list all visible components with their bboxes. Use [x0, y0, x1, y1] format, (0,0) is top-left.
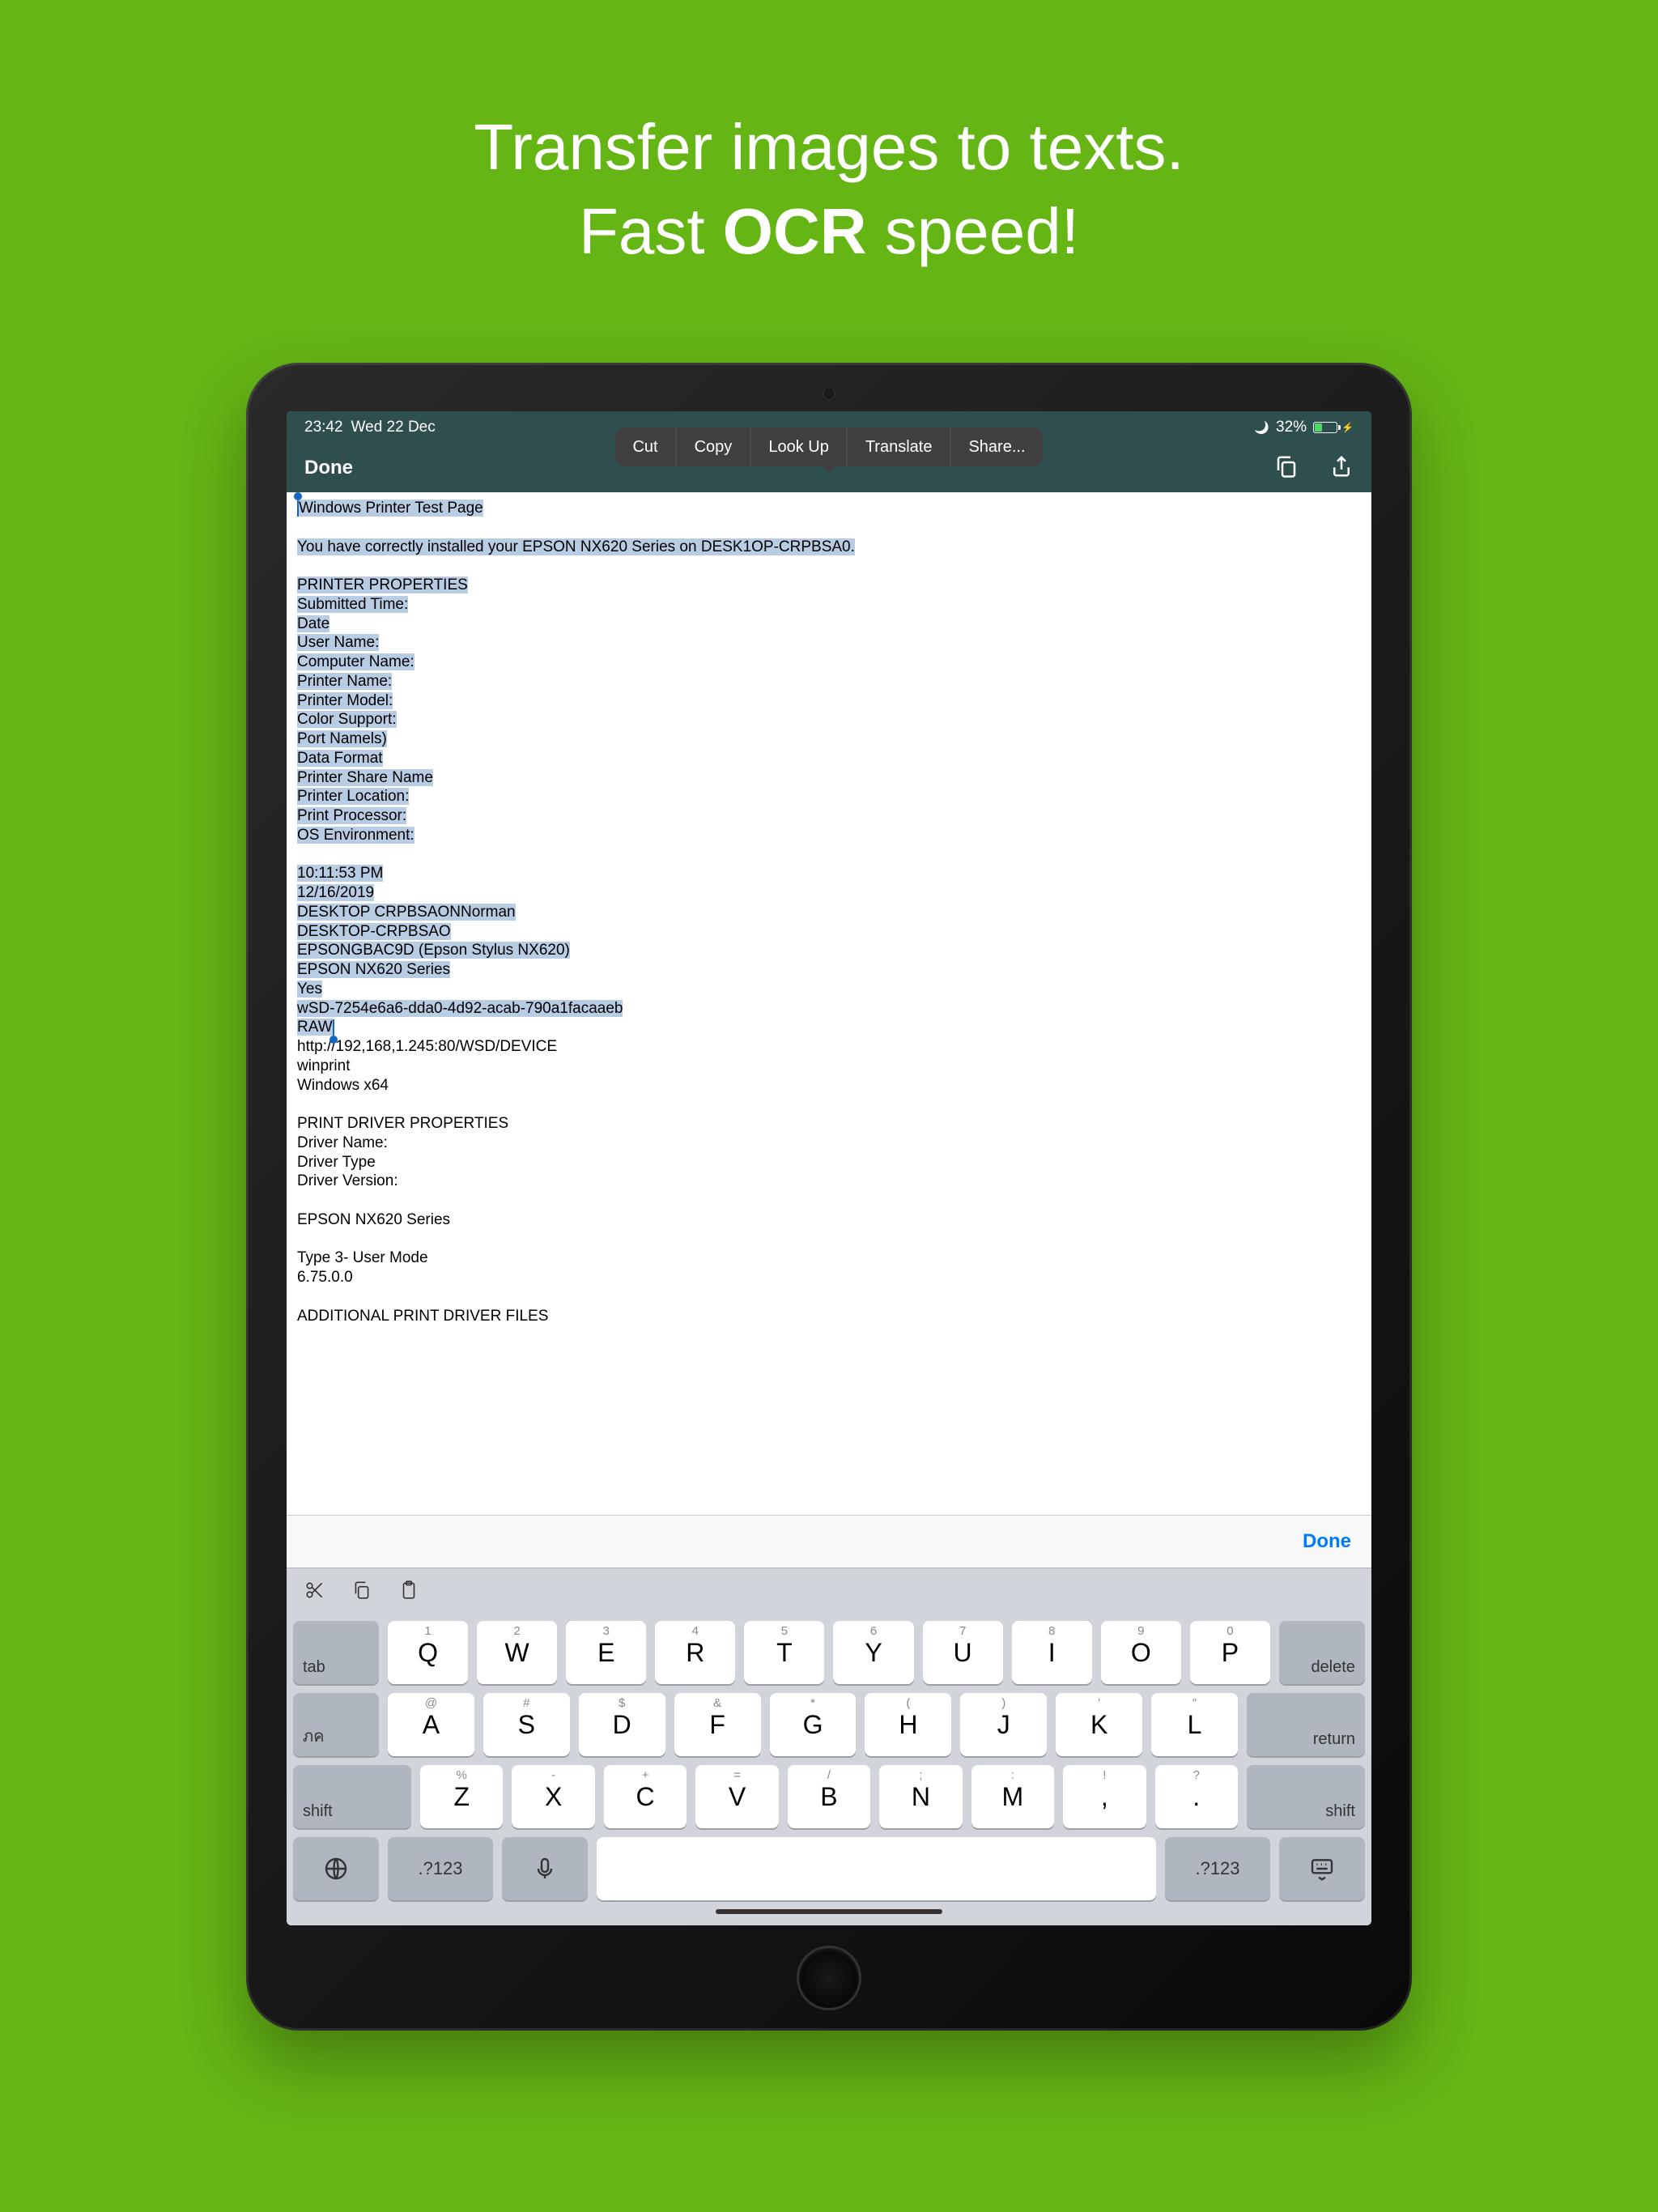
key-v[interactable]: =V [695, 1765, 778, 1828]
promo-headline: Transfer images to texts. Fast OCR speed… [0, 0, 1658, 274]
copy-shortcut-icon[interactable] [350, 1580, 374, 1605]
key-d[interactable]: $D [579, 1693, 665, 1756]
key-return[interactable]: return [1247, 1693, 1365, 1756]
key-period[interactable]: ?. [1155, 1765, 1238, 1828]
key-g[interactable]: *G [770, 1693, 857, 1756]
key-comma[interactable]: !, [1063, 1765, 1146, 1828]
selection-handle-start[interactable] [297, 500, 299, 517]
battery-icon [1313, 422, 1337, 433]
key-u[interactable]: 7U [923, 1621, 1003, 1684]
camera-icon [823, 387, 835, 400]
selection-handle-end[interactable] [333, 1019, 334, 1036]
keyboard-accessory-bar: Done [287, 1515, 1371, 1568]
menu-lookup[interactable]: Look Up [750, 428, 848, 466]
key-o[interactable]: 9O [1101, 1621, 1181, 1684]
status-time: 23:42 [304, 419, 343, 436]
status-date: Wed 22 Dec [351, 419, 436, 436]
key-shift-right[interactable]: shift [1247, 1765, 1365, 1828]
keyboard-area: Done tab 1Q2W3E4R5T6Y7U8I9O0Pdelete ภค @… [287, 1515, 1371, 1925]
selected-text[interactable]: Windows Printer Test Page You have corre… [297, 500, 855, 1036]
key-y[interactable]: 6Y [833, 1621, 913, 1684]
key-t[interactable]: 5T [744, 1621, 824, 1684]
key-s[interactable]: #S [483, 1693, 570, 1756]
key-numsym-left[interactable]: .?123 [388, 1837, 493, 1900]
home-indicator[interactable] [716, 1909, 942, 1914]
key-c[interactable]: +C [604, 1765, 687, 1828]
screen: 23:42 Wed 22 Dec 32% ⚡ Done Cut Copy Loo… [287, 411, 1371, 1925]
menu-copy[interactable]: Copy [677, 428, 751, 466]
home-button[interactable] [797, 1946, 861, 2010]
key-r[interactable]: 4R [655, 1621, 735, 1684]
key-f[interactable]: &F [674, 1693, 761, 1756]
dnd-moon-icon [1254, 419, 1269, 436]
paste-shortcut-icon[interactable] [397, 1580, 421, 1605]
battery-percent: 32% [1276, 419, 1307, 436]
key-m[interactable]: :M [971, 1765, 1054, 1828]
key-e[interactable]: 3E [566, 1621, 646, 1684]
key-w[interactable]: 2W [477, 1621, 557, 1684]
done-button[interactable]: Done [304, 457, 353, 479]
menu-share[interactable]: Share... [950, 428, 1043, 466]
charging-icon: ⚡ [1341, 422, 1354, 433]
keyboard-shortcuts-bar [287, 1568, 1371, 1616]
key-hide-keyboard[interactable] [1279, 1837, 1365, 1900]
key-l[interactable]: "L [1151, 1693, 1238, 1756]
copy-icon[interactable] [1274, 454, 1299, 483]
key-n[interactable]: ;N [879, 1765, 962, 1828]
key-p[interactable]: 0P [1190, 1621, 1270, 1684]
promo-line1: Transfer images to texts. [0, 105, 1658, 189]
key-j[interactable]: )J [960, 1693, 1047, 1756]
key-numsym-right[interactable]: .?123 [1165, 1837, 1270, 1900]
text-content-area[interactable]: Windows Printer Test Page You have corre… [287, 492, 1371, 1515]
key-mic[interactable] [502, 1837, 588, 1900]
menu-cut[interactable]: Cut [614, 428, 676, 466]
key-z[interactable]: %Z [420, 1765, 503, 1828]
key-b[interactable]: /B [788, 1765, 870, 1828]
key-k[interactable]: 'K [1056, 1693, 1142, 1756]
cut-shortcut-icon[interactable] [303, 1580, 327, 1605]
key-lang-switch[interactable]: ภค [293, 1693, 379, 1756]
key-delete[interactable]: delete [1279, 1621, 1365, 1684]
key-space[interactable] [597, 1837, 1156, 1900]
keyboard-done-button[interactable]: Done [1303, 1530, 1351, 1553]
unselected-text[interactable]: http://192,168,1.245:80/WSD/DEVICE winpr… [297, 1038, 557, 1325]
toolbar: Done Cut Copy Look Up Translate Share... [287, 444, 1371, 492]
key-q[interactable]: 1Q [388, 1621, 468, 1684]
key-tab[interactable]: tab [293, 1621, 379, 1684]
promo-line2: Fast OCR speed! [0, 189, 1658, 274]
menu-translate[interactable]: Translate [848, 428, 951, 466]
key-i[interactable]: 8I [1012, 1621, 1092, 1684]
share-icon[interactable] [1329, 454, 1354, 483]
key-x[interactable]: -X [512, 1765, 594, 1828]
key-a[interactable]: @A [388, 1693, 474, 1756]
text-context-menu: Cut Copy Look Up Translate Share... [614, 428, 1043, 466]
key-globe[interactable] [293, 1837, 379, 1900]
ipad-device-frame: 23:42 Wed 22 Dec 32% ⚡ Done Cut Copy Loo… [246, 363, 1412, 2031]
keyboard: tab 1Q2W3E4R5T6Y7U8I9O0Pdelete ภค @A#S$D… [287, 1616, 1371, 1925]
key-shift-left[interactable]: shift [293, 1765, 411, 1828]
key-h[interactable]: (H [865, 1693, 951, 1756]
